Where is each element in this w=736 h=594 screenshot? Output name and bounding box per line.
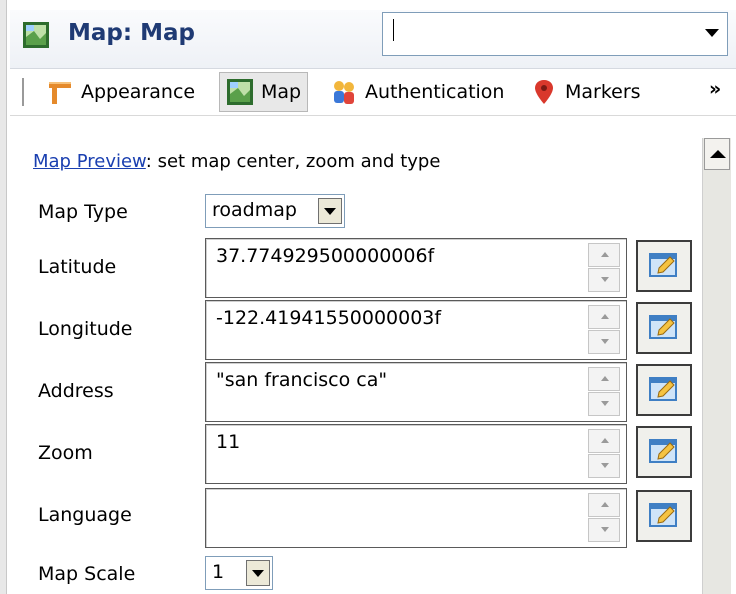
spin-up-icon[interactable] (588, 367, 620, 391)
dropdown-arrow-icon[interactable] (246, 560, 270, 586)
authentication-icon (334, 81, 354, 104)
address-spinner[interactable] (588, 367, 620, 417)
edit-icon (649, 503, 677, 527)
chevron-down-icon[interactable] (705, 29, 719, 37)
dropdown-arrow-icon[interactable] (318, 198, 342, 224)
map-icon (23, 22, 49, 48)
address-label: Address (38, 380, 114, 402)
edit-icon (649, 315, 677, 339)
spin-down-icon[interactable] (588, 392, 620, 416)
vertical-scrollbar[interactable] (702, 138, 731, 594)
longitude-field[interactable]: -122.41941550000003f (205, 300, 627, 360)
address-value: "san francisco ca" (216, 369, 388, 391)
zoom-edit-button[interactable] (636, 426, 692, 478)
map-scale-label: Map Scale (38, 563, 136, 585)
scroll-up-button[interactable] (704, 138, 730, 170)
map-type-value: roadmap (212, 199, 297, 221)
zoom-spinner[interactable] (588, 429, 620, 479)
map-type-select[interactable]: roadmap (205, 194, 345, 228)
language-edit-button[interactable] (636, 490, 692, 542)
tab-label: Map (261, 81, 302, 103)
zoom-label: Zoom (38, 442, 93, 464)
left-edge (0, 0, 7, 594)
spin-down-icon[interactable] (588, 268, 620, 292)
longitude-edit-button[interactable] (636, 302, 692, 354)
tab-authentication[interactable]: Authentication (330, 72, 504, 112)
map-preview-link[interactable]: Map Preview (33, 151, 146, 172)
map-icon (227, 79, 253, 105)
address-edit-button[interactable] (636, 364, 692, 416)
spin-up-icon[interactable] (588, 243, 620, 267)
map-preview-hint: Map Preview: set map center, zoom and ty… (33, 151, 440, 172)
latitude-field[interactable]: 37.774929500000006f (205, 238, 627, 298)
map-scale-value: 1 (212, 561, 225, 583)
address-field[interactable]: "san francisco ca" (205, 362, 627, 422)
text-caret (393, 19, 394, 41)
latitude-edit-button[interactable] (636, 240, 692, 292)
longitude-value: -122.41941550000003f (216, 307, 442, 329)
map-scale-select[interactable]: 1 (205, 556, 273, 590)
edit-icon (649, 253, 677, 277)
spin-down-icon[interactable] (588, 330, 620, 354)
edit-icon (649, 439, 677, 463)
tab-appearance[interactable]: Appearance (46, 72, 195, 112)
map-preview-description: : set map center, zoom and type (145, 151, 441, 172)
spin-down-icon[interactable] (588, 518, 620, 542)
map-type-label: Map Type (38, 201, 128, 223)
language-label: Language (38, 504, 132, 526)
tab-label: Authentication (365, 81, 505, 103)
longitude-label: Longitude (38, 318, 133, 340)
language-field[interactable] (205, 488, 627, 548)
spin-up-icon[interactable] (588, 429, 620, 453)
spin-down-icon[interactable] (588, 454, 620, 478)
appearance-icon (49, 82, 71, 104)
marker-pin-icon (535, 80, 553, 104)
longitude-spinner[interactable] (588, 305, 620, 355)
language-spinner[interactable] (588, 493, 620, 543)
tab-label: Appearance (81, 81, 196, 103)
latitude-label: Latitude (38, 256, 117, 278)
zoom-field[interactable]: 11 (205, 424, 627, 484)
latitude-value: 37.774929500000006f (216, 245, 435, 267)
tab-separator (22, 78, 24, 106)
tab-label: Markers (565, 81, 641, 103)
tab-markers[interactable]: Markers (530, 72, 641, 112)
page-title: Map: Map (68, 20, 195, 46)
spin-up-icon[interactable] (588, 305, 620, 329)
more-tabs-button[interactable]: » (709, 78, 721, 100)
zoom-value: 11 (216, 431, 241, 453)
component-selector[interactable] (382, 12, 728, 56)
tab-map[interactable]: Map (219, 72, 309, 112)
spin-up-icon[interactable] (588, 493, 620, 517)
edit-icon (649, 377, 677, 401)
latitude-spinner[interactable] (588, 243, 620, 293)
